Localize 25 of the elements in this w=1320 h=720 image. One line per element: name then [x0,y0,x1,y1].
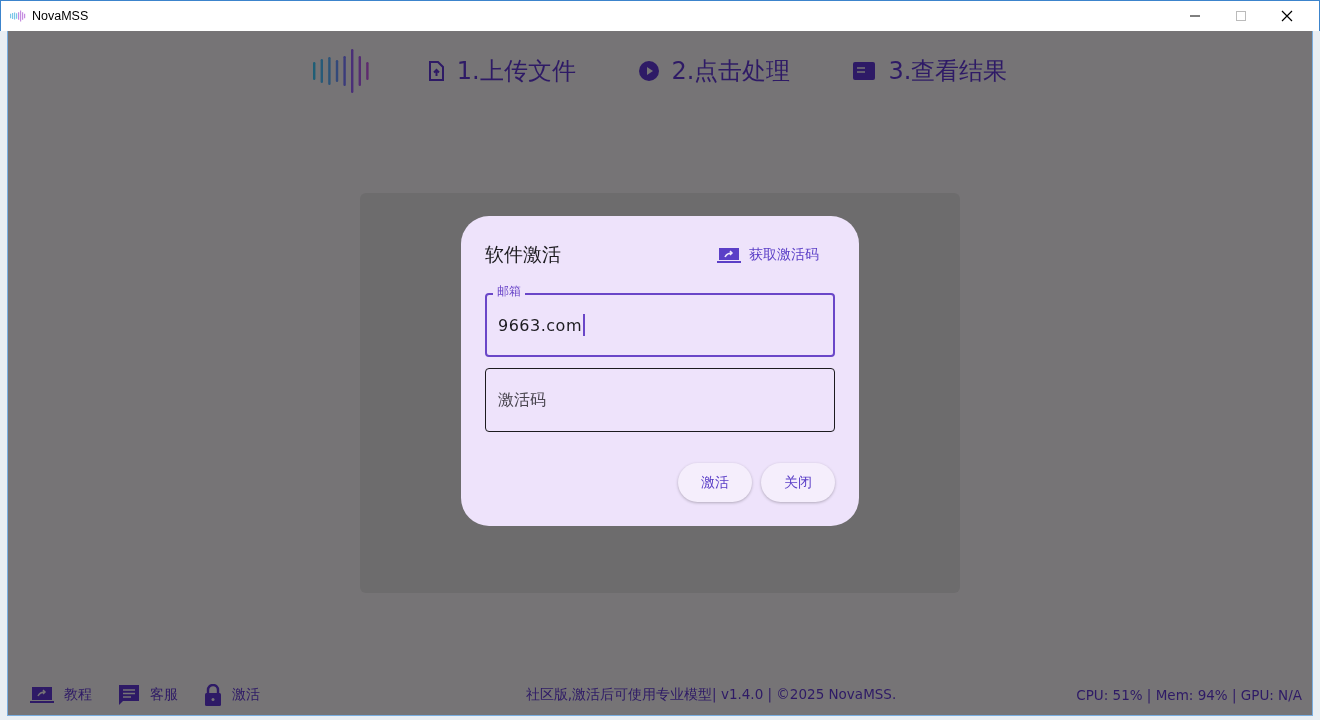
file-upload-icon [426,61,445,81]
dialog-button[interactable]: 激活 [678,463,752,502]
dialog-title: 软件激活 [485,242,561,267]
step-tab[interactable]: 2.点击处理 [637,55,791,87]
get-code-link[interactable]: 获取激活码 [717,246,835,264]
app-logo-icon [10,10,26,22]
step-tab[interactable]: 3.查看结果 [852,55,1008,87]
laptop-share-icon [30,686,54,704]
dialog-button[interactable]: 关闭 [761,463,835,502]
system-stats: CPU: 51% | Mem: 94% | GPU: N/A [1075,687,1302,703]
text-field[interactable]: 激活码 [485,368,835,432]
footer-link[interactable]: 激活 [204,684,260,706]
card-icon [852,61,877,81]
footer-link[interactable]: 教程 [30,684,92,706]
chat-icon [118,684,140,706]
laptop-share-icon [717,246,741,264]
field-label: 邮箱 [493,284,525,299]
lock-icon [204,684,222,706]
footer-link[interactable]: 客服 [118,684,178,706]
play-icon [637,60,660,82]
step-tab[interactable]: 1.上传文件 [426,55,576,87]
waveform-logo-icon [312,49,369,93]
window-title: NovaMSS [32,9,89,23]
version-info: 社区版,激活后可使用专业模型| v1.4.0 | ©2025 NovaMSS. [524,686,898,704]
close-icon[interactable] [1281,10,1293,22]
